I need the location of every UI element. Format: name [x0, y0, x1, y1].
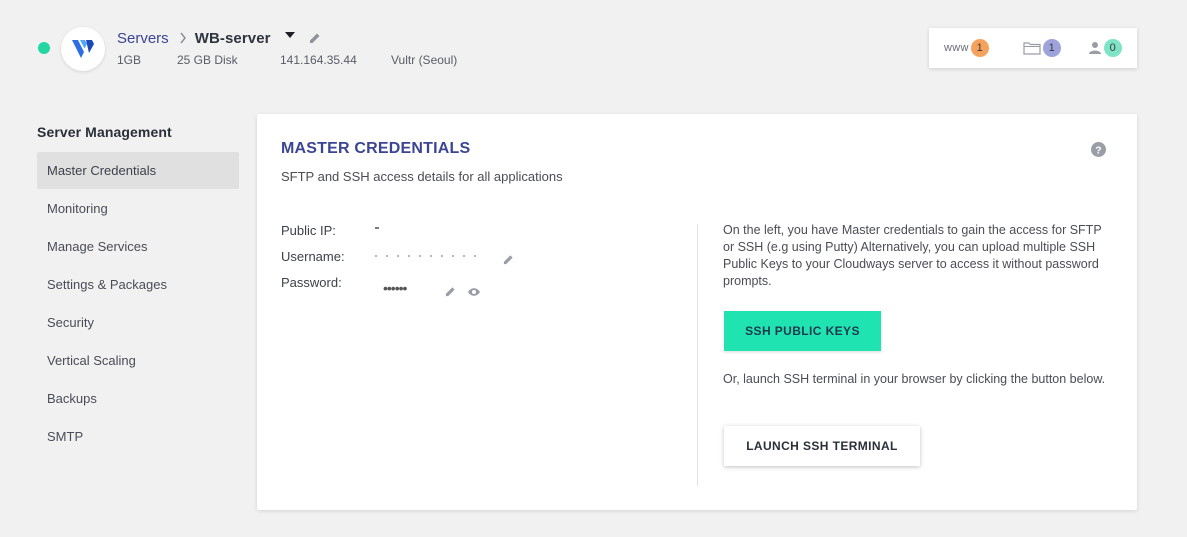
sidebar-item-security[interactable]: Security — [37, 304, 239, 341]
server-switcher-dropdown-icon[interactable] — [284, 32, 295, 38]
projects-count-badge: 1 — [1042, 39, 1061, 57]
breadcrumb: Servers WB-server — [117, 28, 321, 48]
projects-counter[interactable]: 1 — [1023, 39, 1061, 57]
master-credentials-panel: MASTER CREDENTIALS SFTP and SSH access d… — [257, 114, 1137, 510]
server-size: 1GB — [117, 53, 142, 67]
column-divider — [697, 224, 698, 486]
edit-password-icon[interactable] — [445, 286, 456, 297]
ssh-public-keys-button[interactable]: SSH PUBLIC KEYS — [724, 311, 881, 351]
page-subtitle: SFTP and SSH access details for all appl… — [281, 169, 563, 184]
vultr-logo — [61, 27, 105, 71]
show-password-eye-icon[interactable] — [467, 287, 481, 297]
folder-icon — [1023, 41, 1041, 55]
password-value: •••••• — [383, 280, 407, 296]
applications-count-badge: 1 — [970, 39, 989, 57]
public-ip-label: Public IP: — [281, 223, 336, 238]
sidebar-item-monitoring[interactable]: Monitoring — [37, 190, 239, 227]
server-provider: Vultr (Seoul) — [391, 53, 458, 67]
master-credentials-info-text: On the left, you have Master credentials… — [723, 223, 1102, 288]
server-status-indicator — [38, 42, 50, 54]
server-name: WB-server — [194, 29, 271, 47]
applications-counter[interactable]: www 1 — [944, 39, 989, 57]
username-value — [375, 255, 485, 257]
sidebar-item-manage-services[interactable]: Manage Services — [37, 228, 239, 265]
public-ip-value — [375, 227, 379, 229]
server-disk: 25 GB Disk — [177, 53, 238, 67]
sidebar-item-smtp[interactable]: SMTP — [37, 418, 239, 455]
sidebar-item-backups[interactable]: Backups — [37, 380, 239, 417]
edit-server-name-icon[interactable] — [309, 32, 321, 44]
password-label: Password: — [281, 275, 342, 290]
ssh-terminal-info-text: Or, launch SSH terminal in your browser … — [723, 372, 1106, 386]
help-icon[interactable]: ? — [1091, 142, 1106, 157]
sidebar-nav: Master Credentials Monitoring Manage Ser… — [37, 152, 239, 456]
server-counters: www 1 1 0 — [929, 28, 1137, 68]
sidebar-title: Server Management — [37, 124, 172, 140]
chevron-right-icon — [179, 32, 187, 44]
www-icon: www — [944, 42, 969, 54]
sidebar-item-vertical-scaling[interactable]: Vertical Scaling — [37, 342, 239, 379]
team-count-badge: 0 — [1103, 39, 1122, 57]
sidebar-item-settings-packages[interactable]: Settings & Packages — [37, 266, 239, 303]
page-title: MASTER CREDENTIALS — [281, 140, 471, 157]
svg-text:?: ? — [1095, 144, 1101, 156]
launch-ssh-terminal-button[interactable]: LAUNCH SSH TERMINAL — [724, 426, 920, 466]
edit-username-icon[interactable] — [503, 254, 514, 265]
team-counter[interactable]: 0 — [1088, 39, 1122, 57]
server-ip: 141.164.35.44 — [280, 53, 357, 67]
user-icon — [1088, 41, 1102, 55]
breadcrumb-servers-link[interactable]: Servers — [117, 30, 169, 47]
username-label: Username: — [281, 249, 345, 264]
sidebar-item-master-credentials[interactable]: Master Credentials — [37, 152, 239, 189]
